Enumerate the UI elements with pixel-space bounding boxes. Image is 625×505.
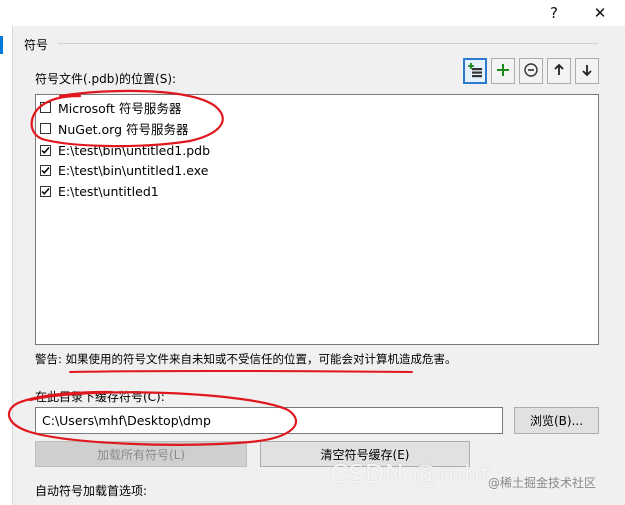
help-button[interactable]: ? [534,0,574,26]
load-all-symbols-button[interactable]: 加载所有符号(L) [35,441,247,467]
close-button[interactable]: ✕ [580,0,620,26]
remove-location-button[interactable] [519,58,543,84]
title-bar [0,0,625,26]
nav-selection-indicator [0,36,3,54]
move-down-button[interactable] [575,58,599,84]
section-divider [58,43,598,44]
symbol-locations-list[interactable]: Microsoft 符号服务器 NuGet.org 符号服务器 E:\test\… [35,94,599,345]
checkbox[interactable] [40,185,51,197]
move-up-icon [551,62,567,81]
list-item[interactable]: E:\test\bin\untitled1.exe [40,160,208,180]
symbol-locations-label: 符号文件(.pdb)的位置(S): [35,72,177,86]
move-up-button[interactable] [547,58,571,84]
move-down-icon [579,62,595,81]
symbol-server-button[interactable] [463,58,487,84]
add-location-button[interactable] [491,58,515,84]
section-title: 符号 [24,38,49,52]
close-icon: ✕ [593,4,607,22]
list-item[interactable]: NuGet.org 符号服务器 [40,118,189,138]
watermark: CSDN @mhf [330,460,490,490]
checkbox[interactable] [40,101,51,113]
checkbox[interactable] [40,144,51,156]
checkbox[interactable] [40,164,51,176]
watermark-site: @稀土掘金技术社区 [488,476,597,490]
annotation-underline [69,369,413,373]
list-item[interactable]: E:\test\untitled1 [40,181,159,201]
cache-directory-label: 在此目录下缓存符号(C): [35,390,165,404]
navigation-pane [0,26,13,505]
add-icon [495,62,511,81]
symbol-server-icon [467,62,483,81]
browse-button[interactable]: 浏览(B)... [514,407,599,434]
auto-load-preferences-label: 自动符号加载首选项: [35,484,148,498]
list-item[interactable]: E:\test\bin\untitled1.pdb [40,140,210,160]
checkbox[interactable] [40,122,51,134]
help-icon: ? [550,4,558,22]
remove-icon [523,62,539,81]
list-item[interactable]: Microsoft 符号服务器 [40,97,181,117]
cache-directory-input[interactable]: C:\Users\mhf\Desktop\dmp [35,407,503,434]
warning-text: 警告: 如果使用的符号文件来自未知或不受信任的位置，可能会对计算机造成危害。 [35,352,457,366]
